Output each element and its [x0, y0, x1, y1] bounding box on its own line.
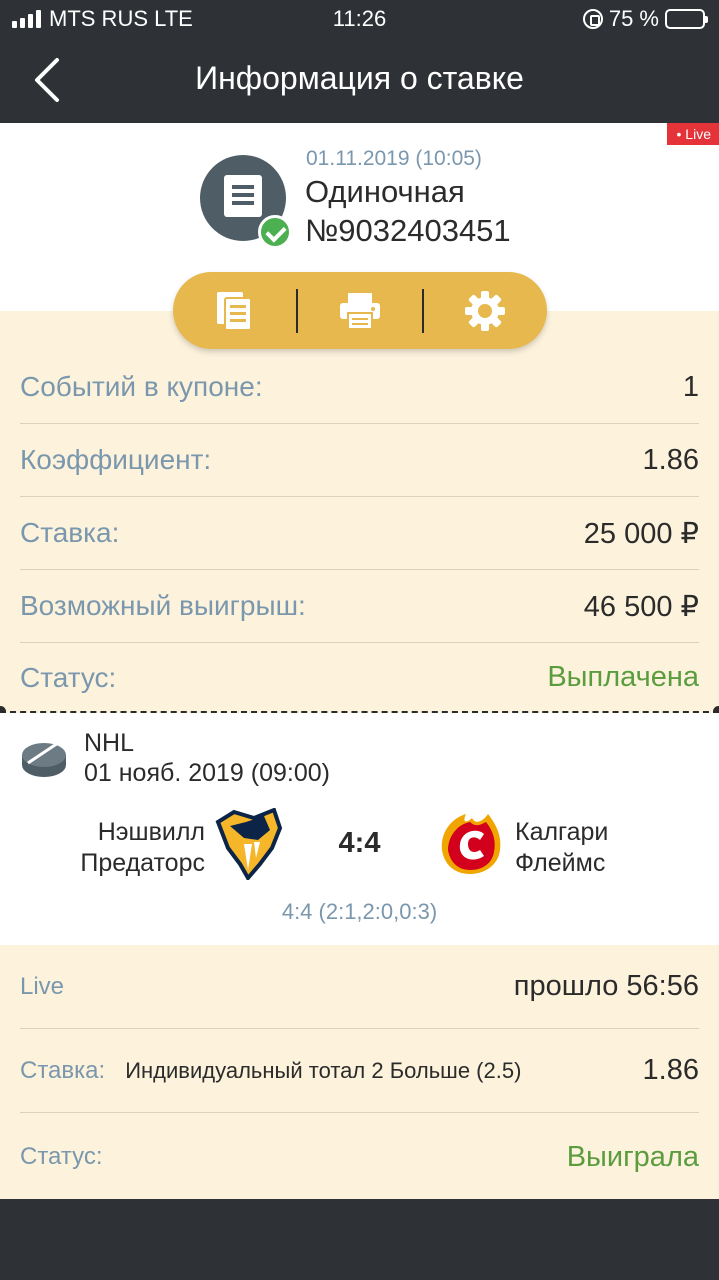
flames-logo-icon	[441, 814, 501, 874]
stake-value: 25 000 ₽	[583, 517, 699, 550]
detail-row-live: Live прошло 56:56	[20, 945, 699, 1029]
match-score: 4:4	[338, 827, 381, 859]
summary-row-coefficient: Коэффициент: 1.86	[20, 424, 699, 497]
detail-row-bet: Ставка: Индивидуальный тотал 2 Больше (2…	[20, 1029, 699, 1113]
coefficient-value: 1.86	[642, 443, 699, 476]
hockey-puck-icon	[22, 741, 66, 777]
summary-row-events: Событий в купоне: 1	[20, 351, 699, 424]
league-name: NHL	[84, 729, 135, 757]
period-scores: 4:4 (2:1,2:0,0:3)	[281, 899, 438, 924]
battery-percent: 75 %	[608, 6, 659, 31]
winnings-label: Возможный выигрыш:	[20, 590, 306, 621]
bet-number: №9032403451	[305, 213, 511, 248]
action-bar	[173, 272, 547, 349]
document-icon	[216, 291, 252, 331]
away-team-name: Калгари Флеймс	[515, 817, 608, 879]
bet-date: 01.11.2019 (10:05)	[306, 147, 482, 170]
events-value: 1	[682, 370, 699, 403]
bottom-bar	[0, 1199, 719, 1280]
winnings-value: 46 500 ₽	[583, 590, 699, 623]
status-value: Выплачена	[547, 661, 699, 693]
away-team-line2: Флеймс	[515, 849, 606, 877]
coefficient-label: Коэффициент:	[20, 444, 212, 475]
status-bar: MTS RUS LTE 11:26 75 %	[0, 0, 719, 40]
summary-row-stake: Ставка: 25 000 ₽	[20, 497, 699, 570]
live-label: Live	[20, 972, 65, 1000]
rotation-lock-icon	[582, 9, 603, 29]
bet-label: Ставка:	[20, 1056, 106, 1084]
bet-coefficient: 1.86	[642, 1054, 699, 1086]
print-button[interactable]	[298, 272, 421, 349]
match-card: NHL 01 нояб. 2019 (09:00) Нэшвилл Предат…	[0, 713, 719, 945]
printer-icon	[339, 292, 380, 330]
bet-status-label: Статус:	[20, 1143, 103, 1170]
stake-label: Ставка:	[20, 517, 120, 548]
match-date: 01 нояб. 2019 (09:00)	[84, 759, 330, 787]
bet-status-value: Выиграла	[566, 1140, 699, 1173]
status-label: Статус:	[20, 661, 117, 693]
check-icon	[258, 215, 292, 249]
elapsed-time: прошло 56:56	[513, 970, 699, 1002]
away-team-line1: Калгари	[515, 818, 609, 846]
summary-row-winnings: Возможный выигрыш: 46 500 ₽	[20, 570, 699, 643]
gear-icon	[465, 290, 506, 331]
detail-row-status: Статус: Выиграла	[20, 1115, 699, 1199]
battery-icon	[665, 9, 708, 29]
bet-type: Одиночная	[305, 174, 465, 209]
settings-button[interactable]	[424, 272, 547, 349]
live-badge: • Live	[666, 123, 719, 145]
receipt-paper	[224, 175, 262, 217]
navigation-bar: Информация о ставке	[0, 40, 719, 124]
summary-row-status: Статус: Выплачена	[20, 641, 699, 714]
bet-detail: Live прошло 56:56 Ставка: Индивидуальный…	[0, 945, 719, 1199]
status-bar-right: 75 %	[582, 6, 708, 32]
events-label: Событий в купоне:	[20, 371, 263, 402]
bet-summary: Событий в купоне: 1 Коэффициент: 1.86 Ст…	[0, 311, 719, 713]
bet-market: Индивидуальный тотал 2 Больше (2.5)	[125, 1057, 522, 1083]
details-button[interactable]	[173, 272, 296, 349]
page-title: Информация о ставке	[195, 60, 524, 96]
